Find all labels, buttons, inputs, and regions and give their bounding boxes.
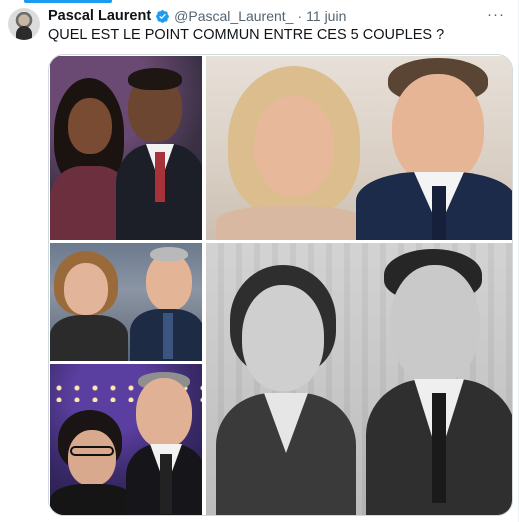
tweet-date[interactable]: 11 juin — [306, 8, 346, 24]
woman-glasses — [70, 446, 114, 456]
tweet-card[interactable]: Pascal Laurent @Pascal_Laurent_ · 11 jui… — [0, 0, 519, 522]
separator-dot: · — [297, 8, 303, 24]
man-face — [392, 74, 484, 184]
man-tie — [432, 186, 446, 240]
woman-face — [254, 96, 334, 196]
photo-couple-4[interactable] — [206, 243, 512, 515]
woman-face — [68, 430, 116, 486]
author-name[interactable]: Pascal Laurent — [48, 8, 151, 24]
photo-couple-1[interactable] — [50, 56, 202, 240]
woman-face — [242, 285, 324, 391]
verified-badge-icon — [156, 9, 170, 23]
man-face — [146, 253, 192, 311]
woman-face — [68, 98, 112, 154]
woman-top — [216, 206, 366, 240]
top-accent-bar — [24, 0, 112, 3]
man-face — [390, 265, 480, 383]
man-hair — [128, 68, 182, 90]
man-tie — [432, 393, 446, 503]
man-tie — [160, 454, 172, 514]
photo-couple-5[interactable] — [50, 364, 202, 515]
woman-dress — [50, 484, 134, 515]
photo-couple-2[interactable] — [206, 56, 512, 240]
tweet-text: QUEL EST LE POINT COMMUN ENTRE CES 5 COU… — [48, 27, 445, 43]
woman-dress — [50, 315, 128, 361]
media-grid — [48, 54, 513, 516]
man-tie — [163, 313, 173, 359]
woman-face — [64, 263, 108, 315]
tweet-header: Pascal Laurent @Pascal_Laurent_ · 11 jui… — [48, 7, 346, 25]
author-handle[interactable]: @Pascal_Laurent_ — [174, 8, 293, 24]
more-options-icon[interactable]: ··· — [484, 5, 508, 23]
man-hair — [150, 247, 188, 261]
photo-couple-3[interactable] — [50, 243, 202, 361]
man-face — [136, 378, 192, 448]
man-tie — [155, 152, 165, 202]
avatar[interactable] — [8, 8, 40, 40]
